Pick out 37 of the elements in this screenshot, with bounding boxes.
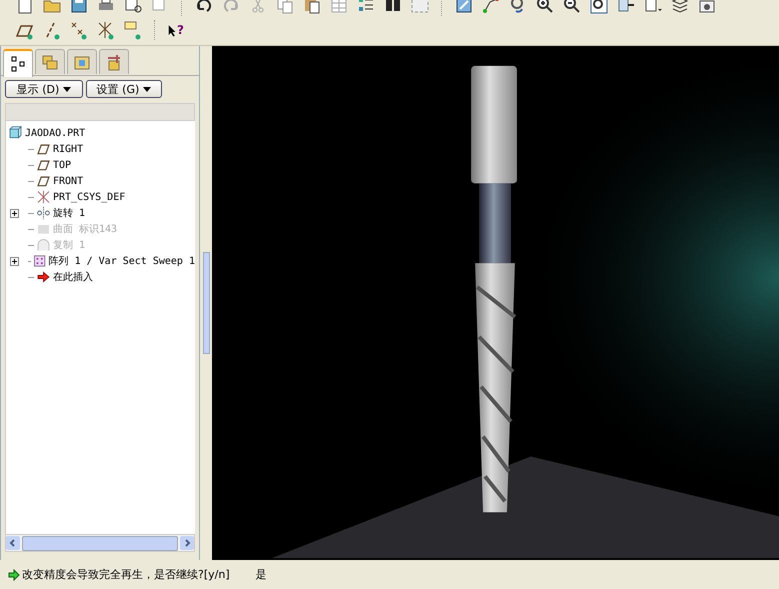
help-button[interactable]: ?	[166, 19, 186, 41]
tree-item[interactable]: JAODAO.PRT	[25, 128, 86, 138]
tree-icon	[9, 55, 27, 73]
revolve-feature-icon	[36, 206, 51, 220]
plane-feature-icon	[36, 174, 51, 188]
arrow-icon	[8, 568, 20, 580]
surface-feature-icon	[36, 222, 51, 236]
navigator-tab[interactable]	[3, 49, 33, 77]
tree-item[interactable]: 在此插入	[53, 270, 93, 284]
pattern-feature-icon	[33, 254, 47, 268]
layers-icon	[41, 53, 59, 71]
part-feature-icon	[8, 126, 23, 140]
copy-feature-icon	[36, 238, 51, 252]
tree-item[interactable]: RIGHT	[53, 144, 84, 154]
csys-feature-icon	[36, 190, 51, 204]
collapse-handle[interactable]	[202, 252, 210, 354]
expand-icon[interactable]	[10, 256, 19, 266]
cursor-icon	[168, 24, 177, 36]
horizontal-scrollbar[interactable]	[5, 534, 195, 552]
status-answer: 是	[256, 567, 267, 582]
dropdown-button[interactable]: 设置 (G)	[86, 80, 162, 98]
plane-feature-icon	[36, 142, 51, 156]
dropdown-button[interactable]: 显示 (D)	[5, 80, 83, 98]
plane-feature-icon	[36, 158, 51, 172]
tree-item[interactable]: TOP	[53, 160, 72, 170]
status-message: 改变精度会导致完全再生，是否继续?[y/n]	[22, 567, 230, 582]
tree-item[interactable]: 旋转 1	[53, 206, 86, 220]
zoom-fit-icon[interactable]	[588, 0, 610, 16]
insert-feature-icon	[36, 270, 51, 284]
caret-icon	[63, 86, 72, 92]
expand-icon[interactable]	[10, 208, 19, 218]
tree-item[interactable]: 阵列 1 / Var Sect Sweep 1	[48, 254, 195, 268]
caret-icon	[143, 86, 152, 92]
tree-item[interactable]: PRT_CSYS_DEF	[53, 192, 126, 202]
scrollbar-thumb[interactable]	[22, 536, 178, 550]
tree-item[interactable]: FRONT	[53, 176, 84, 186]
tools-icon	[105, 53, 123, 71]
